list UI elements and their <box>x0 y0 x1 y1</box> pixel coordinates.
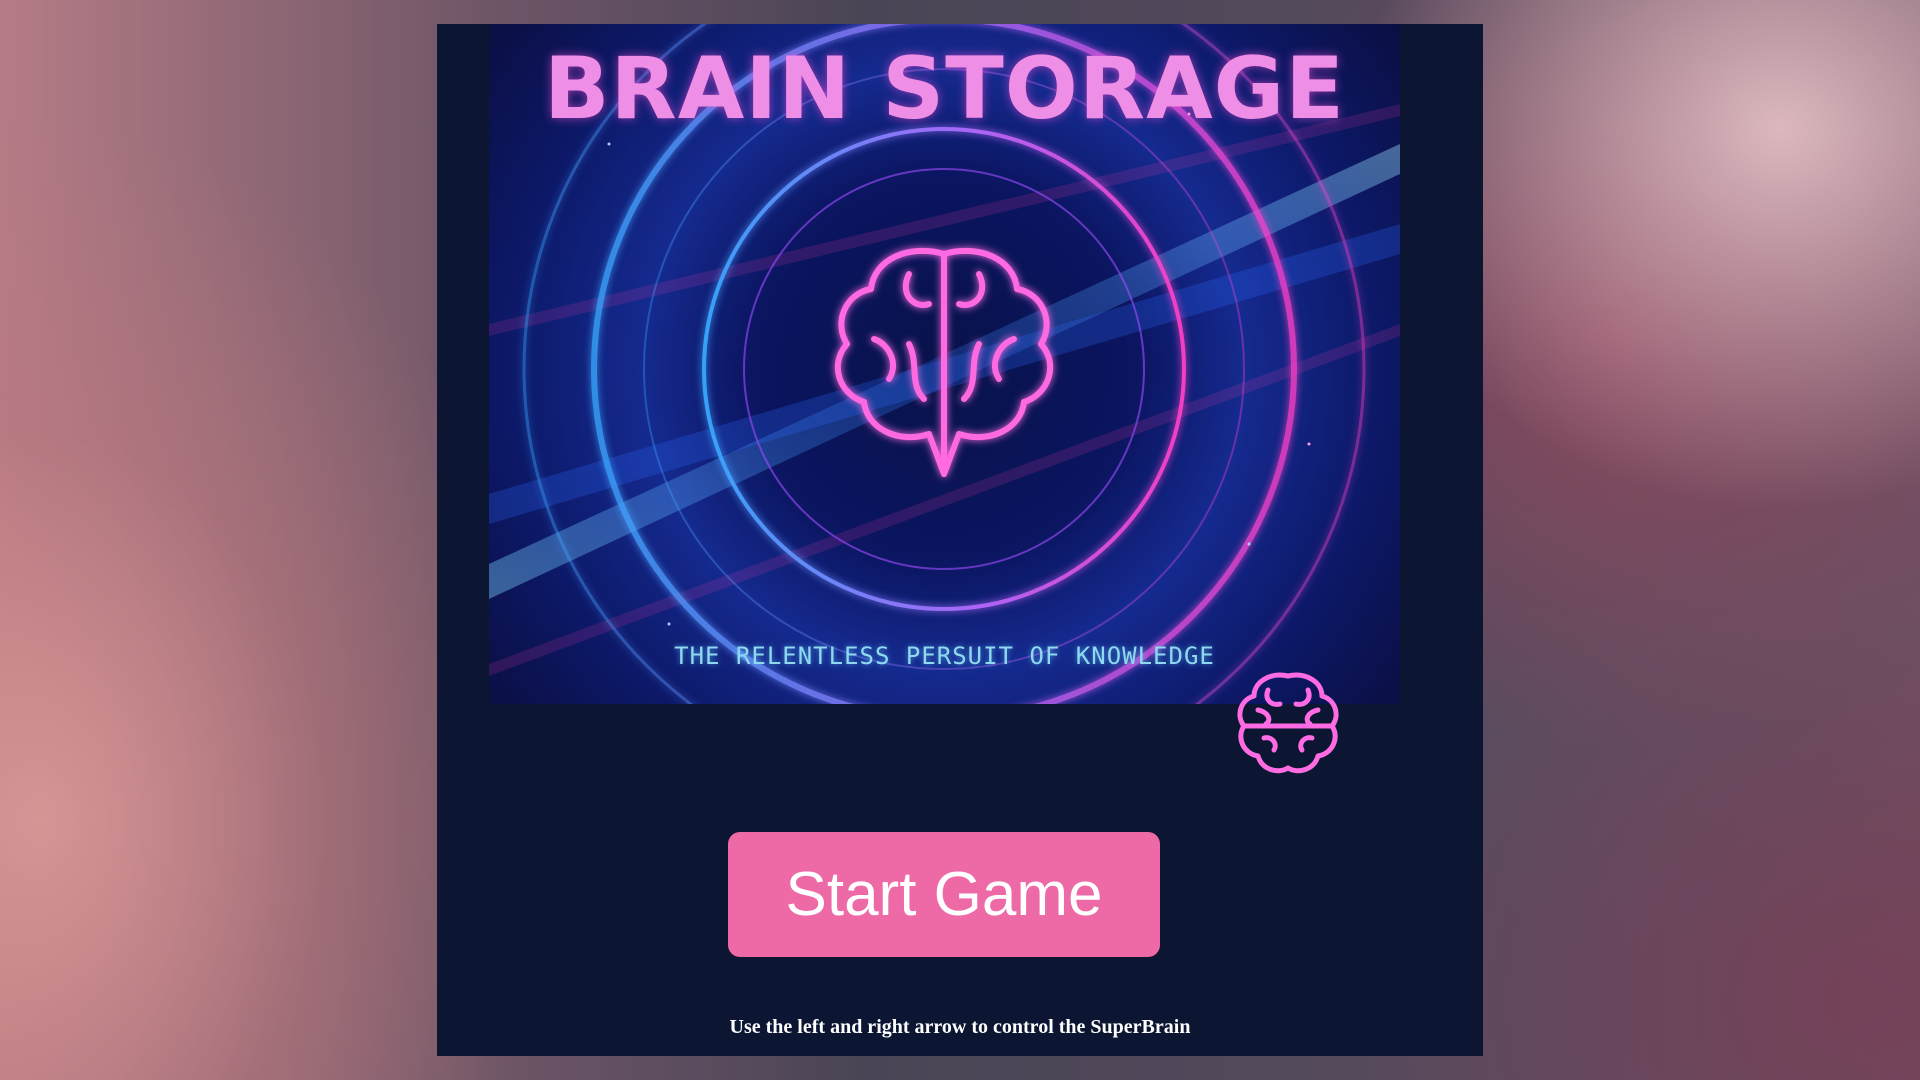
start-game-button[interactable]: Start Game <box>728 832 1160 957</box>
controls-instructions: Use the left and right arrow to control … <box>729 1016 1191 1038</box>
title-artwork: BRAIN STORAGE THE RELENTLESS PERSUIT OF … <box>489 24 1400 704</box>
player-brain-icon <box>1237 672 1339 774</box>
game-panel: BRAIN STORAGE THE RELENTLESS PERSUIT OF … <box>437 24 1483 1056</box>
game-title: BRAIN STORAGE <box>543 39 1346 139</box>
